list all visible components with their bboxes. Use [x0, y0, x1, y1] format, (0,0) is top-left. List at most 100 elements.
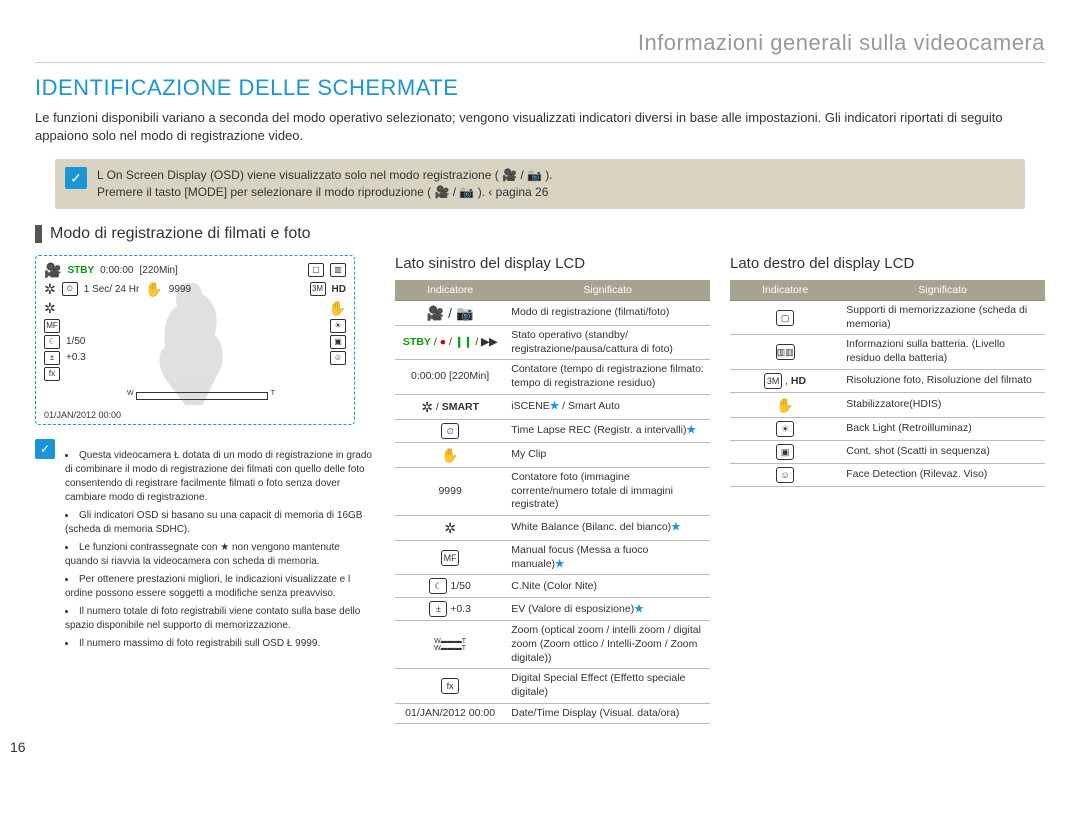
indicator-cell: W▬▬▬TW▬▬▬T	[395, 621, 505, 669]
indicator-cell: ☾ 1/50	[395, 575, 505, 598]
note-item: Il numero totale di foto registrabili vi…	[65, 605, 375, 633]
table-row: 3M , HDRisoluzione foto, Risoluzione del…	[730, 369, 1045, 392]
table-row: 9999Contatore foto (immagine corrente/nu…	[395, 468, 710, 516]
table-row: fxDigital Special Effect (Effetto specia…	[395, 669, 710, 703]
backlight-icon: ☀	[330, 319, 346, 333]
meaning-cell: Face Detection (Rilevaz. Viso)	[840, 463, 1045, 486]
meaning-cell: Informazioni sulla batteria. (Livello re…	[840, 335, 1045, 369]
mf-icon: MF	[44, 319, 60, 333]
note-line-1: L On Screen Display (OSD) viene visualiz…	[97, 167, 553, 184]
table-row: STBY / ● / ❙❙ / ▶▶Stato operativo (stand…	[395, 326, 710, 360]
meaning-cell: Stabilizzatore(HDIS)	[840, 392, 1045, 417]
left-table-title: Lato sinistro del display LCD	[395, 255, 710, 272]
battery-icon: ▥	[330, 263, 346, 277]
info-icon: ✓	[35, 439, 55, 459]
facedetect-icon: ☺	[330, 351, 346, 365]
table-row: ✲White Balance (Bilanc. del bianco)★	[395, 516, 710, 541]
hd-label: HD	[332, 284, 346, 295]
contshot-icon: ▣	[330, 335, 346, 349]
indicator-cell: 🎥 / 📷	[395, 300, 505, 325]
cnite-value: 1/50	[66, 336, 85, 347]
table-row: ☺Face Detection (Rilevaz. Viso)	[730, 463, 1045, 486]
note-item: Il numero massimo di foto registrabili s…	[65, 637, 375, 651]
table-row: ☾ 1/50C.Nite (Color Nite)	[395, 575, 710, 598]
divider	[35, 62, 1045, 63]
indicator-cell: fx	[395, 669, 505, 703]
timer: 0:00:00	[100, 265, 133, 276]
indicator-cell: ✋	[730, 392, 840, 417]
video-mode-icon: 🎥	[44, 262, 61, 279]
zoom-bar	[136, 392, 268, 400]
meaning-cell: Contatore foto (immagine corrente/numero…	[505, 468, 710, 516]
iscene-icon: ✲	[44, 281, 56, 298]
myclip-icon: ✋	[145, 281, 162, 298]
table-row: ▢Supporti di memorizzazione (scheda di m…	[730, 300, 1045, 334]
indicator-cell: ☀	[730, 417, 840, 440]
table-row: W▬▬▬TW▬▬▬TZoom (optical zoom / intelli z…	[395, 621, 710, 669]
note-line-2: Premere il tasto [MODE] per selezionare …	[97, 184, 553, 201]
table-row: ▣Cont. shot (Scatti in sequenza)	[730, 440, 1045, 463]
right-indicator-table: Indicatore Significato ▢Supporti di memo…	[730, 280, 1045, 487]
left-indicator-table: Indicatore Significato 🎥 / 📷Modo di regi…	[395, 280, 710, 724]
meaning-cell: Supporti di memorizzazione (scheda di me…	[840, 300, 1045, 334]
meaning-cell: Risoluzione foto, Risoluzione del filmat…	[840, 369, 1045, 392]
note-box: ✓ L On Screen Display (OSD) viene visual…	[55, 159, 1025, 209]
section-title: IDENTIFICAZIONE DELLE SCHERMATE	[35, 75, 1045, 101]
indicator-cell: ✋	[395, 442, 505, 467]
indicator-cell: ✲ / SMART	[395, 394, 505, 419]
table-row: ☀Back Light (Retroilluminaz)	[730, 417, 1045, 440]
table-row: ▥▥Informazioni sulla batteria. (Livello …	[730, 335, 1045, 369]
cnite-icon: ☾	[44, 335, 60, 349]
wb-icon: ✲	[44, 300, 56, 317]
note-item: Gli indicatori OSD si basano su una capa…	[65, 509, 375, 537]
meaning-cell: EV (Valore di esposizione)★	[505, 598, 710, 621]
indicator-cell: ✲	[395, 516, 505, 541]
table-row: 01/JAN/2012 00:00Date/Time Display (Visu…	[395, 703, 710, 724]
right-table-header-meaning: Significato	[840, 280, 1045, 301]
indicator-cell: STBY / ● / ❙❙ / ▶▶	[395, 326, 505, 360]
timelapse-text: 1 Sec/ 24 Hr	[84, 284, 140, 295]
indicator-cell: ☺	[730, 463, 840, 486]
meaning-cell: Contatore (tempo di registrazione filmat…	[505, 360, 710, 394]
datetime-display: 01/JAN/2012 00:00	[44, 410, 121, 420]
indicator-cell: MF	[395, 541, 505, 575]
right-table-title: Lato destro del display LCD	[730, 255, 1045, 272]
table-row: MFManual focus (Messa a fuoco manuale)★	[395, 541, 710, 575]
meaning-cell: Stato operativo (standby/ registrazione/…	[505, 326, 710, 360]
meaning-cell: iSCENE★ / Smart Auto	[505, 394, 710, 419]
resolution-icon: 3M	[310, 282, 326, 296]
meaning-cell: My Clip	[505, 442, 710, 467]
indicator-cell: ▣	[730, 440, 840, 463]
page-number: 16	[10, 739, 26, 755]
lead-text: Le funzioni disponibili variano a second…	[35, 109, 1045, 145]
fx-icon: fx	[44, 367, 60, 381]
notes-list: Questa videocamera Ł dotata di un modo d…	[65, 449, 375, 655]
timelapse-icon: ⏲	[62, 282, 78, 296]
meaning-cell: C.Nite (Color Nite)	[505, 575, 710, 598]
meaning-cell: Manual focus (Messa a fuoco manuale)★	[505, 541, 710, 575]
meaning-cell: Cont. shot (Scatti in sequenza)	[840, 440, 1045, 463]
indicator-cell: ± +0.3	[395, 598, 505, 621]
meaning-cell: Digital Special Effect (Effetto speciale…	[505, 669, 710, 703]
storage-icon: ▢	[308, 263, 324, 277]
remaining-time: [220Min]	[139, 265, 177, 276]
ev-value: +0.3	[66, 352, 86, 363]
hdis-icon: ✋	[329, 300, 346, 317]
meaning-cell: White Balance (Bilanc. del bianco)★	[505, 516, 710, 541]
table-row: ✋Stabilizzatore(HDIS)	[730, 392, 1045, 417]
note-item: Le funzioni contrassegnate con ★ non ven…	[65, 541, 375, 569]
chapter-title: Informazioni generali sulla videocamera	[35, 30, 1045, 56]
note-item: Per ottenere prestazioni migliori, le in…	[65, 573, 375, 601]
meaning-cell: Zoom (optical zoom / intelli zoom / digi…	[505, 621, 710, 669]
right-table-header-indicator: Indicatore	[730, 280, 840, 301]
meaning-cell: Back Light (Retroilluminaz)	[840, 417, 1045, 440]
meaning-cell: Time Lapse REC (Registr. a intervalli)★	[505, 419, 710, 442]
indicator-cell: ▢	[730, 300, 840, 334]
note-item: Questa videocamera Ł dotata di un modo d…	[65, 449, 375, 505]
table-row: 🎥 / 📷Modo di registrazione (filmati/foto…	[395, 300, 710, 325]
left-table-header-meaning: Significato	[505, 280, 710, 301]
lcd-screen-mock: 🎥 STBY 0:00:00 [220Min] ▢ ▥ ✲ ⏲ 1 Sec/ 2	[35, 255, 355, 425]
meaning-cell: Date/Time Display (Visual. data/ora)	[505, 703, 710, 724]
indicator-cell: 9999	[395, 468, 505, 516]
photo-counter: 9999	[169, 284, 191, 295]
